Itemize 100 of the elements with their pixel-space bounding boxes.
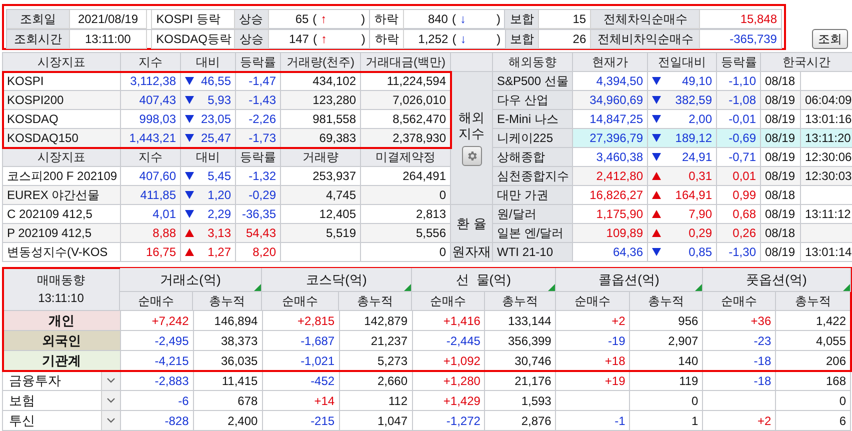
- bracket-text: (: [312, 11, 317, 28]
- table-row[interactable]: 일본 엔/달러 109,89 0,29 0,26 08/18: [493, 224, 852, 243]
- count-value: 147: [288, 31, 309, 48]
- table-cell: 14,847,25: [573, 110, 648, 129]
- table-cell: +2: [703, 411, 776, 431]
- down-arrow-text: ↓: [460, 11, 466, 28]
- column-header: 등락률: [236, 53, 281, 72]
- table-cell: 상해종합: [493, 148, 573, 167]
- field-label: 하락: [370, 10, 404, 29]
- field-value: 2021/08/19: [70, 10, 148, 29]
- bracket-text: ): [496, 31, 501, 48]
- investor-dropdown[interactable]: 투신: [3, 411, 121, 431]
- table-row[interactable]: WTI 21-10 64,36 0,85 -1,30 08/19 13:01:14: [493, 243, 852, 262]
- table-cell: 니케이225: [493, 129, 573, 148]
- table-cell: 심천종합지수: [493, 167, 573, 186]
- column-header: 등락률: [236, 148, 281, 167]
- table-cell: 16,75: [121, 243, 181, 262]
- table-cell: 4,394,50: [573, 72, 648, 91]
- chevron-down-icon: [106, 378, 115, 383]
- investor-dropdown[interactable]: 금융투자: [3, 371, 121, 391]
- change-value: 24,91: [682, 149, 712, 166]
- table-cell: -1: [556, 411, 630, 431]
- change-value: 2,00: [688, 111, 712, 128]
- investor-label: 기관계: [3, 351, 121, 371]
- down-arrow-text: ↓: [460, 31, 466, 48]
- table-cell: WTI 21-10: [493, 243, 573, 262]
- table-cell: -0,69: [717, 129, 761, 148]
- table-cell: -828: [120, 411, 194, 431]
- field-label: 전체차익순매수: [591, 10, 700, 29]
- table-row[interactable]: S&P500 선물 4,394,50 49,10 -1,10 08/18: [493, 72, 852, 91]
- field-label: 보합: [506, 30, 540, 49]
- field-label: 전체비차익순매수: [591, 30, 700, 49]
- table-cell: -1,08: [717, 91, 761, 110]
- change-value: 23,05: [200, 111, 231, 128]
- field-label: KOSPI 등락: [151, 10, 235, 29]
- column-header: 거래소(억): [120, 268, 262, 292]
- field-value: 13:11:00: [70, 30, 148, 49]
- table-cell: 2,876: [485, 411, 556, 431]
- table-cell: +18: [556, 351, 630, 371]
- change-value: 46,55: [200, 73, 231, 90]
- group-label: 환 율: [456, 216, 488, 232]
- table-cell: -0,01: [717, 110, 761, 129]
- table-row[interactable]: 상해종합 3,460,38 24,91 -0,71 08/19 12:30:06: [493, 148, 852, 167]
- column-header: 현재가: [573, 53, 648, 72]
- table-cell: 3,460,38: [573, 148, 648, 167]
- table-row[interactable]: 다우 산업 34,960,69 382,59 -1,08 08/19 06:04:09: [493, 91, 852, 110]
- table-row[interactable]: 심천종합지수 2,412,80 0,31 0,01 08/19 12:30:03: [493, 167, 852, 186]
- column-header: 풋옵션(억): [703, 268, 851, 292]
- table-cell: 08/18: [761, 186, 801, 205]
- change-value: 5,45: [208, 168, 231, 185]
- field-label: 조회일: [7, 10, 70, 29]
- change-value: 382,59: [675, 92, 712, 109]
- table-cell: 08/19: [761, 167, 801, 186]
- investor-label: 개인: [3, 311, 121, 331]
- table-cell: -215: [262, 411, 340, 431]
- query-button[interactable]: 조회: [812, 29, 848, 49]
- table-cell: 30,746: [485, 351, 556, 371]
- investor-dropdown[interactable]: 보험: [3, 391, 121, 411]
- group-label: 원자재: [451, 244, 492, 260]
- table-cell: 일본 엔/달러: [493, 224, 573, 243]
- bracket-text: (: [312, 31, 317, 48]
- table-cell: KOSDAQ150: [3, 129, 121, 148]
- table-cell: 109,89: [573, 224, 648, 243]
- column-header: 해외동향: [493, 53, 573, 72]
- table-cell: 원/달러: [493, 205, 573, 224]
- table-row[interactable]: 니케이225 27,396,79 189,12 -0,69 08/19 13:11:20: [493, 129, 852, 148]
- table-cell: 1,047: [340, 411, 413, 431]
- table-cell: 대만 가권: [493, 186, 573, 205]
- change-value: 0,31: [688, 168, 712, 185]
- column-header: 거래량: [281, 148, 361, 167]
- table-cell: -1,73: [236, 129, 281, 148]
- dropdown-value: 보험: [8, 392, 36, 410]
- column-header: 등락률: [717, 53, 761, 72]
- investor-label: 외국인: [3, 331, 121, 351]
- table-cell: 34,960,69: [573, 91, 648, 110]
- bracket-text: (: [452, 31, 456, 48]
- field-label: 상승: [234, 10, 269, 29]
- dropdown-value: 투신: [8, 412, 36, 430]
- trading-title: 매매동향: [37, 272, 85, 289]
- change-value: 2,29: [208, 206, 231, 223]
- field-label: 조회시간: [7, 30, 70, 49]
- table-cell: -1,10: [717, 72, 761, 91]
- change-value: 49,10: [682, 73, 712, 90]
- settings-button[interactable]: [462, 146, 482, 166]
- table-cell: 2,378,930: [361, 129, 451, 148]
- column-header: 대비: [181, 148, 236, 167]
- table-row[interactable]: E-Mini 나스 14,847,25 2,00 -0,01 08/19 13:01:16: [493, 110, 852, 129]
- table-cell: -18: [703, 351, 776, 371]
- table-cell: 64,36: [573, 243, 648, 262]
- column-header: 순매수: [412, 292, 485, 311]
- table-cell: E-Mini 나스: [493, 110, 573, 129]
- field-label: 상승: [235, 30, 269, 49]
- column-header: 미결제약정: [361, 148, 451, 167]
- table-cell: 6: [776, 411, 852, 431]
- table-cell: 206: [776, 351, 852, 371]
- table-cell: -0,71: [717, 148, 761, 167]
- table-row[interactable]: 대만 가권 16,826,27 164,91 0,99 08/18: [493, 186, 852, 205]
- column-header: 총누적: [630, 292, 703, 311]
- table-cell: 08/18: [761, 224, 801, 243]
- table-row[interactable]: 원/달러 1,175,90 7,90 0,68 08/19 13:11:12: [493, 205, 852, 224]
